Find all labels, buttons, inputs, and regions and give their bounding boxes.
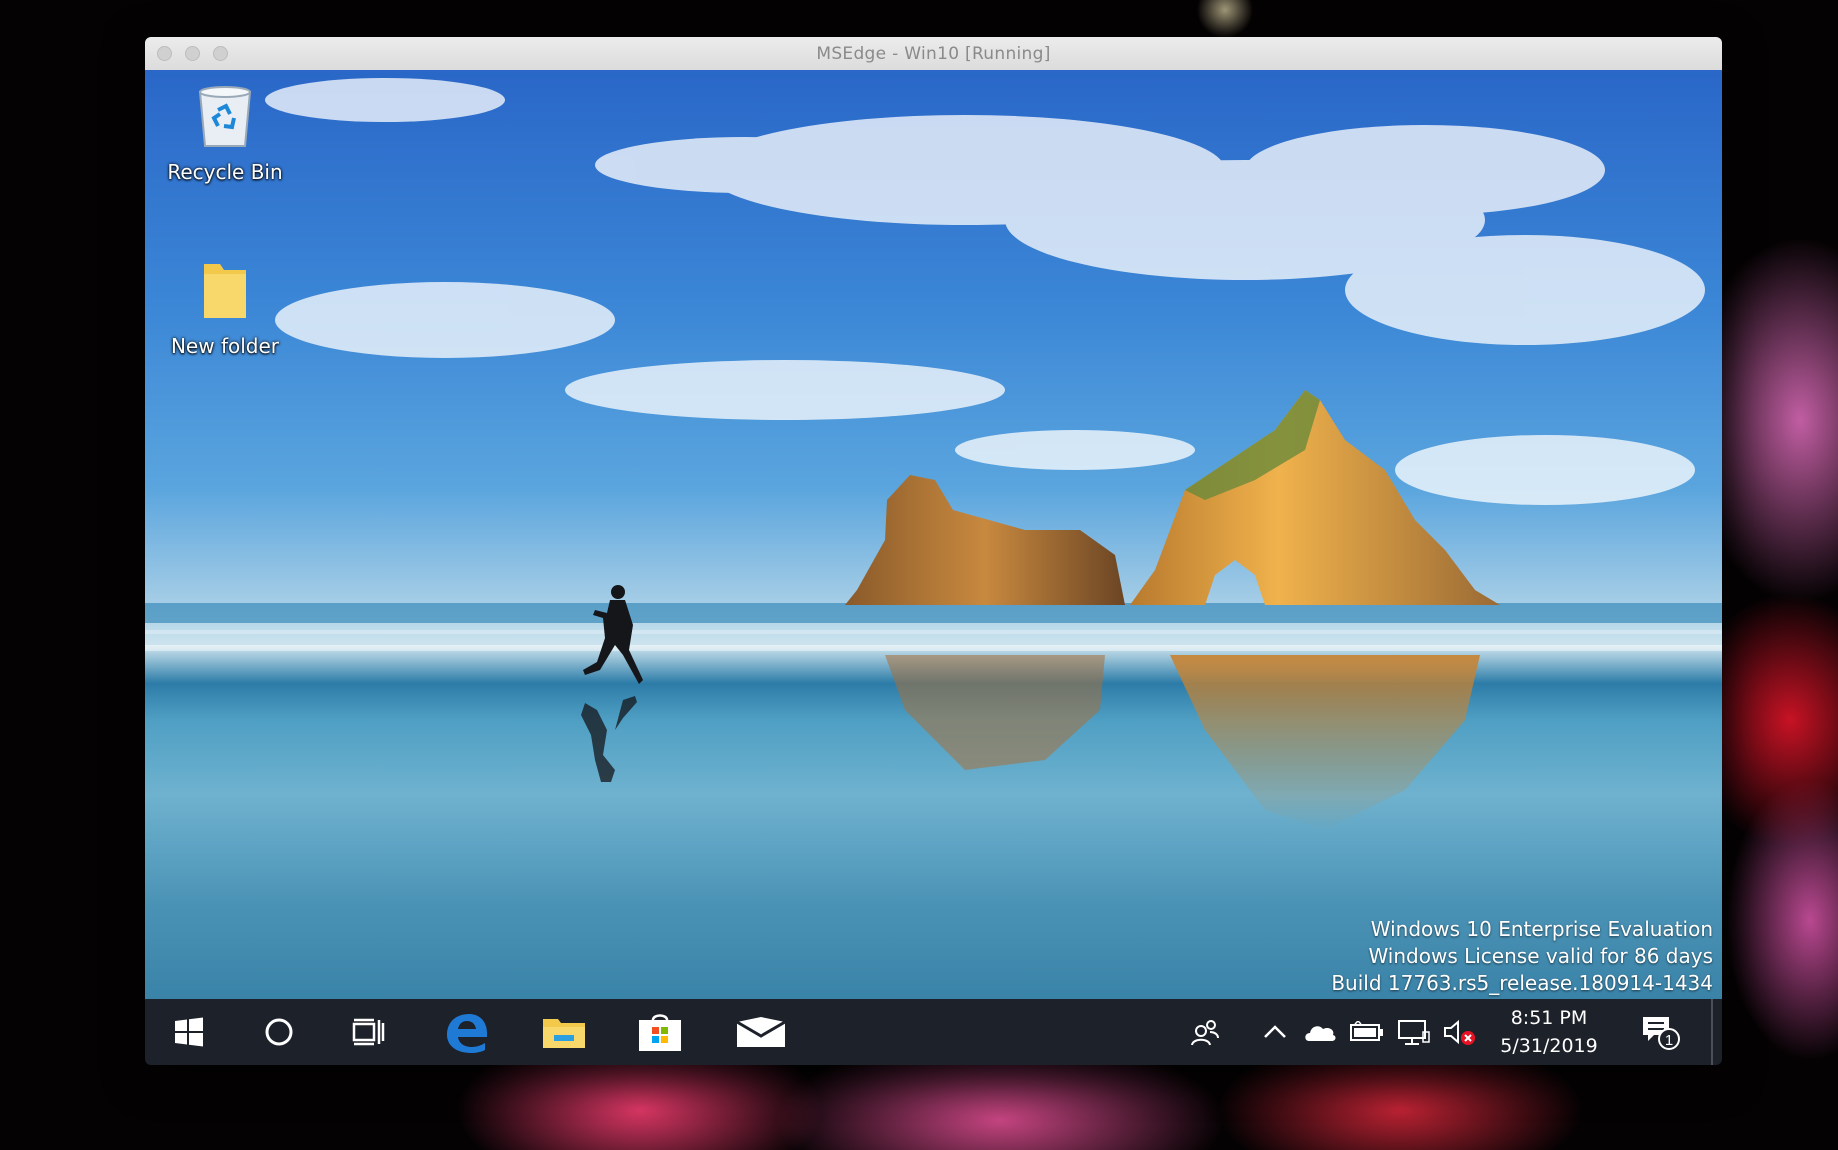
- power-status-button[interactable]: [1345, 999, 1389, 1065]
- battery-icon: [1350, 1021, 1383, 1041]
- people-icon: [1191, 1020, 1219, 1046]
- start-button[interactable]: [145, 999, 233, 1065]
- clock-button[interactable]: 8:51 PM 5/31/2019: [1493, 1004, 1605, 1060]
- recycle-bin-label: Recycle Bin: [167, 160, 283, 184]
- windows-evaluation-watermark: Windows 10 Enterprise Evaluation Windows…: [1331, 916, 1713, 997]
- volume-button[interactable]: [1437, 999, 1481, 1065]
- windows-logo-icon: [175, 1017, 203, 1047]
- vm-window: MSEdge - Win10 [Running] Recycle Bin New…: [145, 37, 1722, 1065]
- watermark-license: Windows License valid for 86 days: [1368, 944, 1713, 968]
- store-icon: [639, 1014, 681, 1051]
- watermark-edition: Windows 10 Enterprise Evaluation: [1370, 917, 1713, 941]
- file-explorer-button[interactable]: [519, 999, 609, 1065]
- wallpaper: [145, 78, 1722, 830]
- folder-icon: [204, 264, 246, 318]
- windows-desktop[interactable]: Recycle Bin New folder Windows 10 Enterp…: [145, 70, 1722, 999]
- show-hidden-icons-button[interactable]: [1258, 999, 1292, 1065]
- mail-button[interactable]: [711, 999, 811, 1065]
- clock-time: 8:51 PM: [1510, 1007, 1588, 1029]
- edge-icon: [447, 1014, 487, 1053]
- action-center-button[interactable]: 1: [1625, 999, 1695, 1065]
- clock-date: 5/31/2019: [1500, 1035, 1598, 1057]
- task-view-button[interactable]: [325, 999, 411, 1065]
- microsoft-store-button[interactable]: [615, 999, 705, 1065]
- cortana-search-button[interactable]: [236, 999, 322, 1065]
- onedrive-button[interactable]: [1300, 999, 1340, 1065]
- volume-muted-icon: [1444, 1019, 1475, 1045]
- circle-search-icon: [265, 1018, 293, 1046]
- taskbar: 8:51 PM 5/31/2019 1: [145, 999, 1722, 1065]
- show-desktop-button[interactable]: [1711, 999, 1713, 1065]
- new-folder-label: New folder: [170, 334, 280, 358]
- watermark-build: Build 17763.rs5_release.180914-1434: [1331, 971, 1713, 995]
- chevron-up-icon: [1264, 1025, 1286, 1038]
- network-icon: [1398, 1020, 1430, 1045]
- notification-icon: 1: [1643, 1017, 1680, 1050]
- network-button[interactable]: [1393, 999, 1435, 1065]
- recycle-bin-shortcut[interactable]: Recycle Bin: [155, 82, 295, 184]
- new-folder-shortcut[interactable]: New folder: [155, 256, 295, 358]
- edge-button[interactable]: [421, 999, 511, 1065]
- window-titlebar[interactable]: MSEdge - Win10 [Running]: [145, 37, 1722, 71]
- file-explorer-icon: [543, 1019, 585, 1048]
- window-title: MSEdge - Win10 [Running]: [816, 44, 1051, 64]
- mail-icon: [736, 1017, 786, 1047]
- notification-count: 1: [1665, 1032, 1673, 1049]
- recycle-bin-icon: [198, 86, 252, 147]
- onedrive-icon: [1305, 1026, 1336, 1041]
- task-view-icon: [352, 1018, 385, 1046]
- people-button[interactable]: [1185, 999, 1225, 1065]
